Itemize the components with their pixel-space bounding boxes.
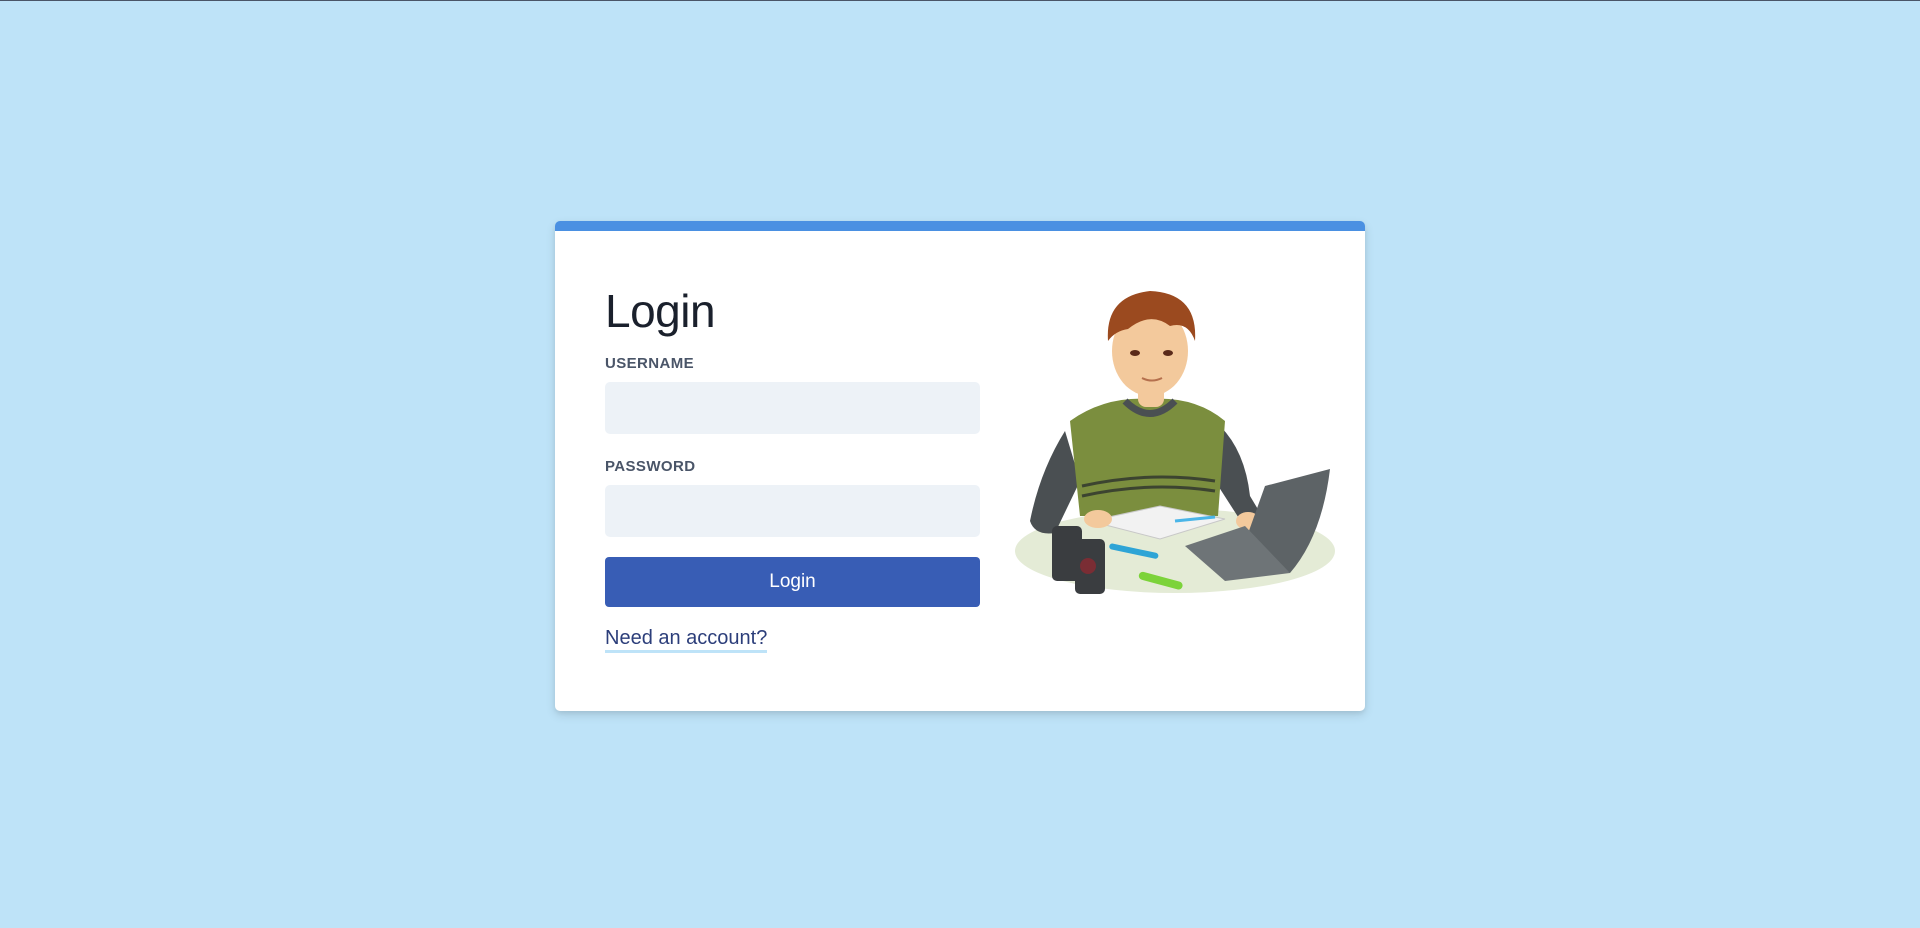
student-studying-illustration <box>1015 291 1335 594</box>
left-eye <box>1130 350 1140 356</box>
page-title: Login <box>605 285 716 337</box>
left-hand <box>1084 510 1112 528</box>
left-sleeve <box>1030 431 1080 534</box>
login-button[interactable]: Login <box>605 556 980 607</box>
login-form: Login USERNAME PASSWORD Login Need an ac… <box>605 286 980 653</box>
can-logo <box>1080 558 1096 574</box>
password-label: PASSWORD <box>605 457 696 475</box>
login-card: Login USERNAME PASSWORD Login Need an ac… <box>555 221 1365 711</box>
username-input[interactable] <box>605 381 980 434</box>
right-eye <box>1163 350 1173 356</box>
need-account-link[interactable]: Need an account? <box>605 627 768 653</box>
password-input[interactable] <box>605 484 980 537</box>
username-label: USERNAME <box>605 354 695 372</box>
